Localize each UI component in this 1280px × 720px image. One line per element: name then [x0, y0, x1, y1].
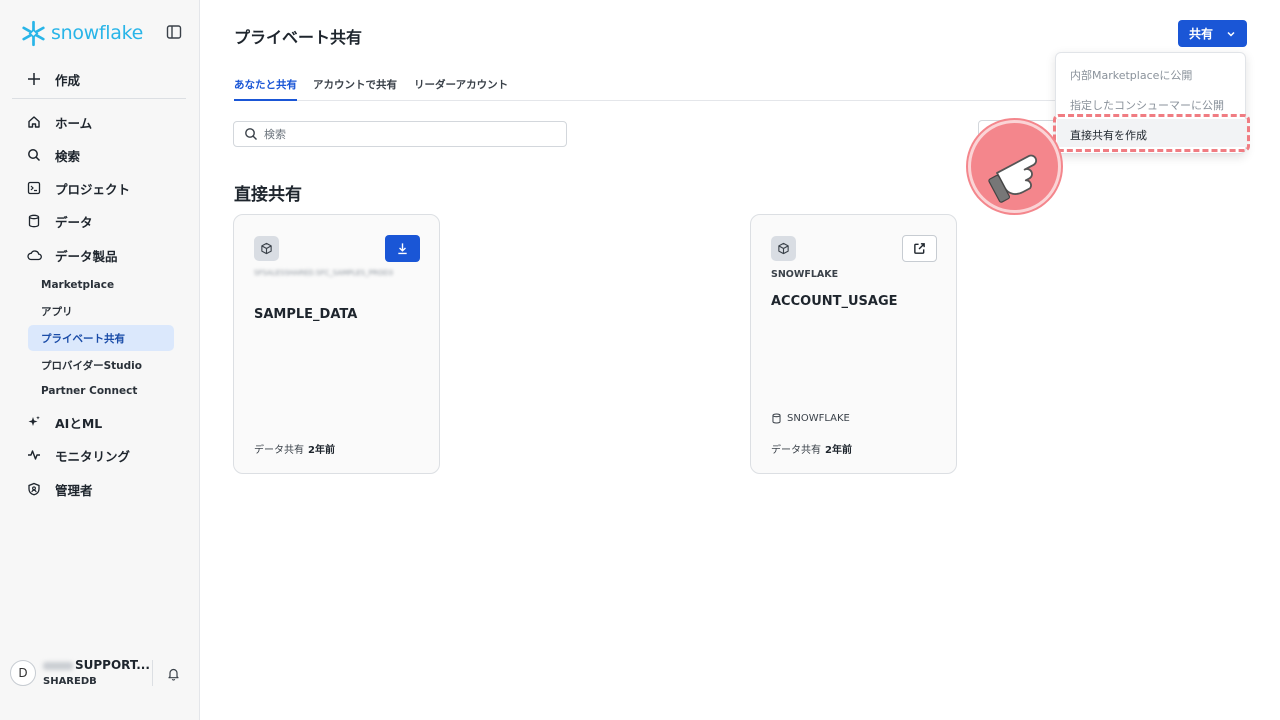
tab-reader-accounts[interactable]: リーダーアカウント [414, 77, 508, 101]
share-button[interactable]: 共有 [1178, 20, 1247, 47]
blurred-text [43, 661, 73, 670]
database-icon [26, 213, 42, 229]
card-meta: データ共有 2年前 [254, 445, 335, 456]
search-box [233, 121, 567, 147]
sparkle-icon [26, 414, 42, 430]
search-icon [245, 128, 257, 140]
cloud-icon [26, 247, 42, 263]
share-button-label: 共有 [1189, 27, 1214, 41]
sidebar-item-monitoring[interactable]: モニタリング [12, 440, 187, 470]
menu-item-publish-internal-marketplace[interactable]: 内部Marketplaceに公開 [1070, 67, 1192, 83]
sidebar-item-data-products[interactable]: データ製品 [12, 240, 187, 270]
chevron-down-icon [1227, 31, 1235, 37]
tab-shared-with-you[interactable]: あなたと共有 [234, 77, 297, 101]
share-card[interactable]: SFSALESSHARED.SFC_SAMPLES_PROD3 SAMPLE_D… [233, 214, 440, 474]
card-database: SNOWFLAKE [771, 413, 850, 424]
card-meta: データ共有 2年前 [771, 445, 852, 456]
download-icon [398, 243, 407, 255]
sidebar-subitem-provider-studio[interactable]: プロバイダーStudio [28, 352, 174, 378]
page-title: プライベート共有 [234, 28, 363, 47]
sidebar-item-label: AIとML [55, 415, 103, 431]
sidebar-item-label: 作成 [55, 72, 81, 88]
sidebar-item-label: 管理者 [55, 482, 93, 498]
brand-name: snowflake [51, 22, 144, 44]
snowflake-logo[interactable]: snowflake [20, 18, 143, 48]
sidebar-item-label: データ製品 [55, 248, 118, 264]
sidebar-item-label: データ [55, 214, 93, 230]
sidebar-item-label: プロジェクト [55, 181, 131, 197]
tab-shared-by-account[interactable]: アカウントで共有 [313, 77, 397, 101]
user-name: SUPPORT... [43, 658, 150, 672]
user-role: SHAREDB [43, 676, 97, 687]
sidebar-subitem-partner-connect[interactable]: Partner Connect [28, 378, 174, 404]
card-provider-blurred: SFSALESSHARED.SFC_SAMPLES_PROD3 [254, 269, 394, 277]
cube-icon [771, 236, 796, 261]
plus-icon [26, 71, 42, 87]
search-icon [26, 147, 42, 163]
sidebar-item-label: モニタリング [55, 448, 131, 464]
sidebar-item-home[interactable]: ホーム [12, 107, 187, 137]
activity-icon [26, 447, 42, 463]
sidebar-item-search[interactable]: 検索 [12, 140, 187, 170]
callout-highlight-box [1053, 114, 1250, 152]
section-title: 直接共有 [234, 185, 302, 205]
card-title: ACCOUNT_USAGE [771, 294, 898, 309]
home-icon [26, 114, 42, 130]
sidebar-item-create[interactable]: 作成 [12, 64, 187, 94]
sidebar: snowflake 作成 ホーム 検索 プロジェクト データ データ製品 AIと… [0, 0, 200, 720]
sidebar-item-admin[interactable]: 管理者 [12, 474, 187, 504]
user-menu[interactable]: D SUPPORT... SHAREDB [10, 656, 190, 692]
get-data-button[interactable] [385, 235, 420, 262]
sidebar-item-label: 検索 [55, 148, 81, 164]
sidebar-item-label: ホーム [55, 115, 93, 131]
external-link-icon [914, 243, 925, 254]
pointing-hand-icon [968, 120, 1061, 213]
user-separator [152, 660, 153, 686]
shield-icon [26, 481, 42, 497]
bell-icon[interactable] [167, 666, 181, 681]
card-title: SAMPLE_DATA [254, 307, 358, 322]
menu-item-publish-specified-consumers[interactable]: 指定したコンシューマーに公開 [1070, 97, 1224, 113]
avatar: D [10, 660, 36, 686]
sidebar-subitem-private-sharing[interactable]: プライベート共有 [28, 325, 174, 351]
sidebar-item-ai-ml[interactable]: AIとML [12, 407, 187, 437]
sidebar-subitem-apps[interactable]: アプリ [28, 298, 174, 324]
sidebar-item-data[interactable]: データ [12, 206, 187, 236]
sidebar-collapse-icon[interactable] [166, 24, 184, 42]
snowflake-logo-icon [22, 20, 45, 46]
search-input[interactable] [264, 127, 554, 141]
share-card[interactable]: SNOWFLAKE ACCOUNT_USAGE SNOWFLAKE データ共有 2… [750, 214, 957, 474]
cube-icon [254, 236, 279, 261]
sidebar-divider [12, 98, 186, 99]
database-icon [772, 413, 781, 424]
card-provider: SNOWFLAKE [771, 269, 839, 280]
sidebar-item-projects[interactable]: プロジェクト [12, 173, 187, 203]
terminal-icon [26, 180, 42, 196]
sidebar-subitem-marketplace[interactable]: Marketplace [28, 272, 174, 298]
open-button[interactable] [902, 235, 937, 262]
